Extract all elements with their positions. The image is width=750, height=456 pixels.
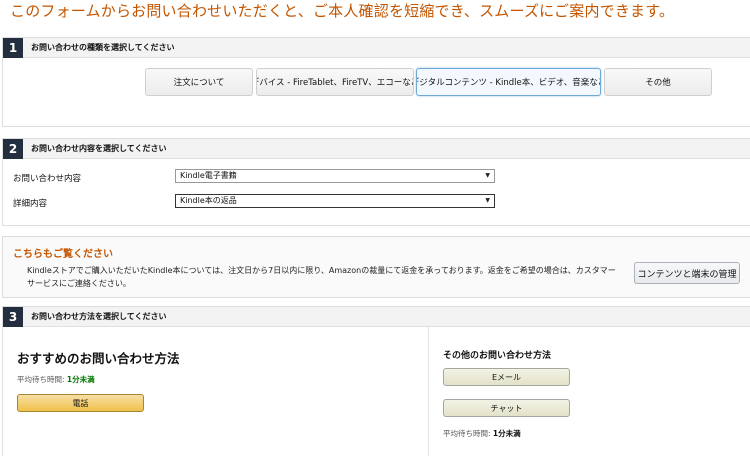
manage-content-devices-button[interactable]: コンテンツと端末の管理 [634,262,740,284]
wait-label: 平均待ち時間: [17,375,67,384]
recommended-wait-time: 平均待ち時間: 1分未満 [17,374,95,385]
topic-digital-content-button[interactable]: デジタルコンテンツ - Kindle本、ビデオ、音楽など [416,68,601,96]
select-value: Kindle電子書籍 [180,171,237,180]
wait-value: 1分未満 [492,429,521,438]
notice-text: Kindleストアでご購入いただいたKindle本については、注文日から7日以内… [27,266,616,288]
topic-devices-button[interactable]: デバイス - FireTablet、FireTV、エコーなど [256,68,414,96]
inquiry-content-label: お問い合わせ内容 [13,174,82,184]
other-wait-time: 平均待ち時間: 1分未満 [443,428,521,439]
inquiry-details-section: 2 お問い合わせ内容を選択してください お問い合わせ内容 Kindle電子書籍 … [2,138,750,226]
column-divider [428,327,429,456]
recommended-method-title: おすすめのお問い合わせ方法 [17,351,180,366]
section-title: お問い合わせ方法を選択してください [31,312,167,321]
section-header: 2 お問い合わせ内容を選択してください [3,139,750,159]
topic-other-button[interactable]: その他 [604,68,712,96]
dropdown-arrow-icon: ▼ [485,197,490,204]
notice-title: こちらもご覧ください [13,249,113,260]
step-number-badge: 3 [3,307,23,327]
section-header: 1 お問い合わせの種類を選択してください [3,38,750,58]
step-number-badge: 2 [3,139,23,159]
wait-label: 平均待ち時間: [443,429,493,438]
section-title: お問い合わせの種類を選択してください [31,43,175,52]
topic-orders-button[interactable]: 注文について [145,68,253,96]
email-button[interactable]: Eメール [443,368,570,386]
step-number-badge: 1 [3,38,23,58]
select-value: Kindle本の返品 [180,196,237,205]
wait-value: 1分未満 [66,375,95,384]
inquiry-content-select[interactable]: Kindle電子書籍 ▼ [175,169,495,183]
other-methods-title: その他のお問い合わせ方法 [443,351,552,361]
page-headline: このフォームからお問い合わせいただくと、ご本人確認を短縮でき、スムーズにご案内で… [10,2,675,20]
see-also-notice: こちらもご覧ください Kindleストアでご購入いただいたKindle本について… [2,236,750,298]
inquiry-type-section: 1 お問い合わせの種類を選択してください 注文について デバイス - FireT… [2,37,750,127]
section-title: お問い合わせ内容を選択してください [31,144,167,153]
detail-select[interactable]: Kindle本の返品 ▼ [175,194,495,208]
section-header: 3 お問い合わせ方法を選択してください [3,307,750,327]
chat-button[interactable]: チャット [443,399,570,417]
detail-label: 詳細内容 [13,199,48,209]
dropdown-arrow-icon: ▼ [485,172,490,179]
contact-method-section: 3 お問い合わせ方法を選択してください おすすめのお問い合わせ方法 平均待ち時間… [2,306,750,456]
phone-button[interactable]: 電話 [17,394,144,412]
